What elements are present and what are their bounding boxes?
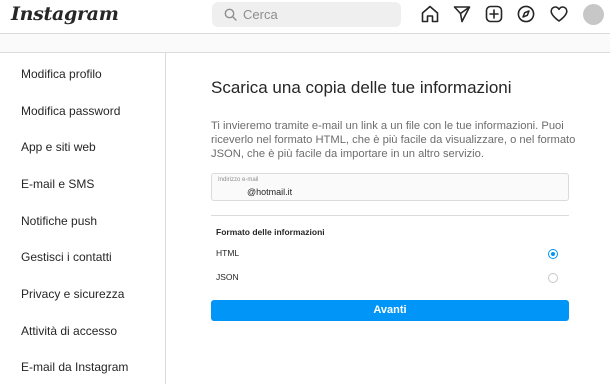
page-description: Ti invieremo tramite e-mail un link a un… xyxy=(211,120,576,160)
divider xyxy=(211,215,569,216)
format-option-html-radio[interactable] xyxy=(548,249,558,259)
format-option-json-radio[interactable] xyxy=(548,273,558,283)
direct-icon[interactable] xyxy=(452,4,472,24)
sidebar-item-login-activity[interactable]: Attività di accesso xyxy=(21,324,117,338)
home-icon[interactable] xyxy=(420,4,440,24)
sidebar-item-push-notifications[interactable]: Notifiche push xyxy=(21,214,97,228)
sidebar-item-manage-contacts[interactable]: Gestisci i contatti xyxy=(21,250,112,264)
explore-icon[interactable] xyxy=(516,4,536,24)
sidebar-item-email-sms[interactable]: E-mail e SMS xyxy=(21,177,94,191)
sidebar-item-edit-profile[interactable]: Modifica profilo xyxy=(21,67,102,81)
profile-avatar[interactable] xyxy=(583,4,604,25)
search-box[interactable]: Cerca xyxy=(212,2,401,27)
settings-sidebar: Modifica profilo Modifica password App e… xyxy=(0,52,166,384)
activity-heart-icon[interactable] xyxy=(549,4,569,24)
sidebar-item-change-password[interactable]: Modifica password xyxy=(21,104,120,118)
sidebar-item-emails-from-instagram[interactable]: E-mail da Instagram xyxy=(21,360,128,374)
top-navigation-bar: Instagram Cerca xyxy=(0,0,610,34)
sidebar-item-apps-websites[interactable]: App e siti web xyxy=(21,140,96,154)
download-data-panel: Scarica una copia delle tue informazioni… xyxy=(166,52,610,384)
new-post-icon[interactable] xyxy=(484,4,504,24)
sidebar-item-privacy-security[interactable]: Privacy e sicurezza xyxy=(21,287,124,301)
search-icon xyxy=(224,8,237,21)
email-field-label: Indirizzo e-mail xyxy=(218,177,259,183)
email-field-value[interactable]: @hotmail.it xyxy=(247,187,292,197)
instagram-logo[interactable]: Instagram xyxy=(11,3,119,25)
next-button[interactable]: Avanti xyxy=(211,300,569,321)
format-option-json-label[interactable]: JSON xyxy=(216,272,239,282)
search-placeholder: Cerca xyxy=(243,7,278,22)
format-option-html-label[interactable]: HTML xyxy=(216,248,239,258)
page-title: Scarica una copia delle tue informazioni xyxy=(211,78,512,97)
email-field[interactable]: Indirizzo e-mail @hotmail.it xyxy=(211,173,569,201)
format-heading: Formato delle informazioni xyxy=(216,227,325,237)
